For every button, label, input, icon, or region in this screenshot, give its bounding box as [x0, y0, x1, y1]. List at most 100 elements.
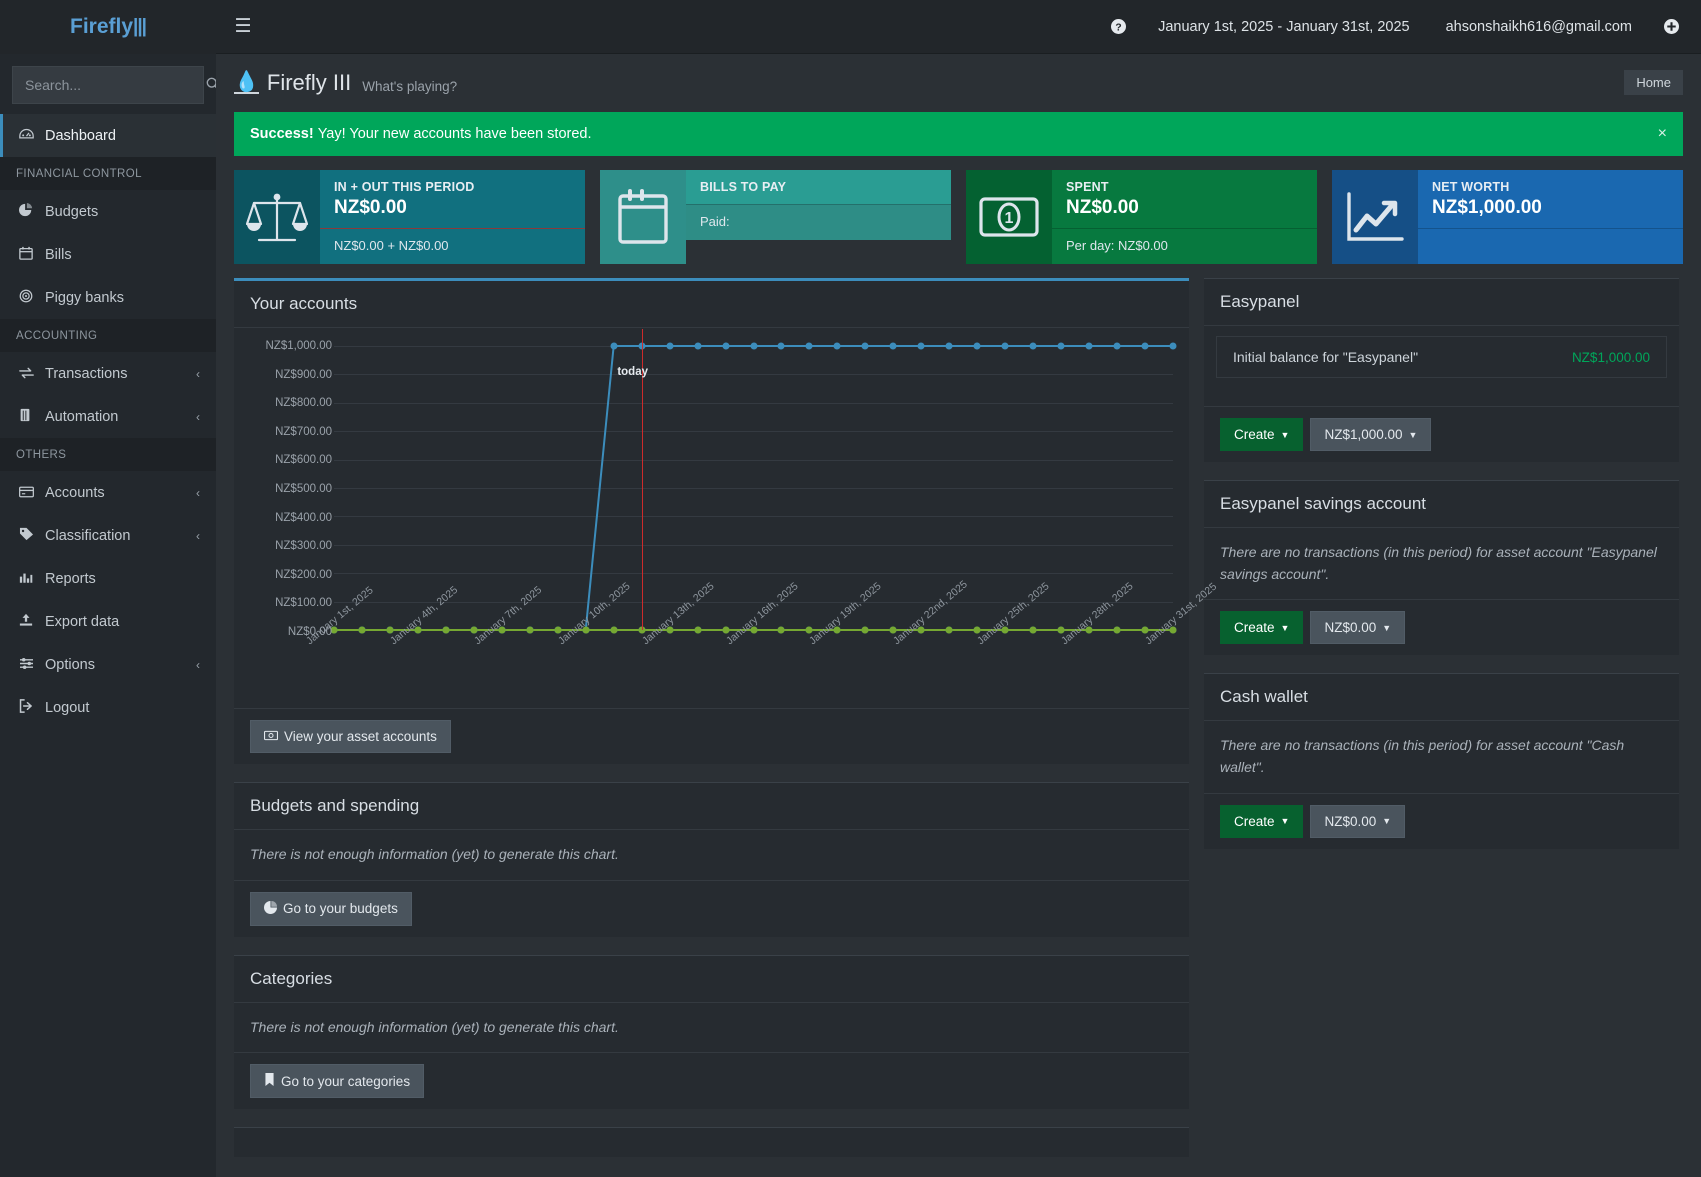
infobox-body: BILLS TO PAYPaid:	[686, 170, 951, 264]
chart-data-point	[470, 627, 477, 634]
panel-empty-message: There are no transactions (in this perio…	[1220, 542, 1663, 585]
go-to-categories-label: Go to your categories	[281, 1074, 410, 1089]
create-button[interactable]: Create▼	[1220, 805, 1303, 838]
search-box[interactable]	[12, 66, 204, 104]
hamburger-icon[interactable]: ☰	[216, 0, 270, 54]
create-button[interactable]: Create ▼	[1220, 611, 1303, 644]
plus-circle-icon[interactable]	[1650, 0, 1701, 54]
sidebar-item-options[interactable]: Options‹	[0, 643, 216, 686]
close-icon[interactable]: ×	[1658, 125, 1667, 143]
question-circle-icon[interactable]: ?	[1097, 0, 1140, 54]
credit-card-icon	[19, 485, 45, 501]
panel-title: Easypanel savings account	[1220, 494, 1663, 514]
chevron-left-icon[interactable]: ‹	[196, 529, 200, 543]
panel-body: There are no transactions (in this perio…	[1204, 721, 1679, 792]
search-input[interactable]	[25, 77, 206, 93]
create-label: Create	[1234, 620, 1275, 635]
calendar-icon	[19, 246, 45, 263]
chart-data-point	[862, 343, 869, 350]
categories-box-footer: Go to your categories	[234, 1052, 1189, 1109]
sidebar-item-label: Transactions	[45, 366, 196, 382]
chevron-left-icon[interactable]: ‹	[196, 410, 200, 424]
go-to-categories-button[interactable]: Go to your categories	[250, 1064, 424, 1098]
money-bill-icon: 1	[966, 170, 1052, 264]
accounts-chart-header: Your accounts	[234, 281, 1189, 328]
sidebar-item-export-data[interactable]: Export data	[0, 600, 216, 643]
brand-logo[interactable]: Firefly|||	[0, 0, 216, 54]
create-button[interactable]: Create▼	[1220, 418, 1303, 451]
chart-data-point	[862, 627, 869, 634]
page-header: 💧 Firefly III What's playing? Home	[216, 54, 1701, 106]
chart-y-tick-label: NZ$500.00	[248, 483, 332, 495]
sidebar-item-bills[interactable]: Bills	[0, 233, 216, 276]
today-marker-label: today	[617, 366, 648, 378]
panel-footer: Create▼NZ$0.00▼	[1204, 793, 1679, 849]
chevron-down-icon: ▼	[1281, 623, 1290, 633]
infobox-spent: 1SPENTNZ$0.00Per day: NZ$0.00	[966, 170, 1317, 264]
chart-data-point	[442, 627, 449, 634]
main-content: 💧 Firefly III What's playing? Home Succe…	[216, 54, 1701, 1177]
chevron-down-icon: ▼	[1382, 623, 1391, 633]
sidebar-item-logout[interactable]: Logout	[0, 686, 216, 729]
chart-y-tick-label: NZ$700.00	[248, 426, 332, 438]
sidebar-item-classification[interactable]: Classification‹	[0, 514, 216, 557]
chart-data-point	[666, 343, 673, 350]
breadcrumb: Home	[1624, 74, 1683, 92]
sidebar-item-automation[interactable]: Automation‹	[0, 395, 216, 438]
user-menu[interactable]: ahsonshaikh616@gmail.com	[1428, 0, 1650, 54]
chart-data-point	[918, 343, 925, 350]
chart-data-point	[974, 343, 981, 350]
chevron-down-icon: ▼	[1281, 816, 1290, 826]
infobox-value: NZ$0.00	[1066, 197, 1303, 219]
sidebar-item-label: Automation	[45, 409, 196, 425]
chart-data-point	[1086, 343, 1093, 350]
pie-chart-icon	[264, 901, 277, 917]
balance-button[interactable]: NZ$0.00▼	[1310, 805, 1405, 838]
categories-box-title: Categories	[250, 969, 1173, 989]
chart-data-point	[1170, 343, 1177, 350]
sidebar: DashboardFINANCIAL CONTROLBudgetsBillsPi…	[0, 54, 216, 1177]
infobox-body: SPENTNZ$0.00Per day: NZ$0.00	[1052, 170, 1317, 264]
chart-y-tick-label: NZ$1,000.00	[248, 340, 332, 352]
brand-bars-icon: |||	[133, 16, 146, 38]
search-icon[interactable]	[206, 77, 216, 94]
next-box-partial	[234, 1127, 1189, 1157]
chart-data-point	[386, 627, 393, 634]
sidebar-item-reports[interactable]: Reports	[0, 557, 216, 600]
view-asset-accounts-button[interactable]: View your asset accounts	[250, 720, 451, 753]
line-chart-icon	[1332, 170, 1418, 264]
sidebar-item-label: Export data	[45, 614, 200, 630]
sidebar-item-label: Options	[45, 657, 196, 673]
chart-plot-area: January 1st, 2025January 4th, 2025Januar…	[334, 346, 1173, 630]
infobox-footer: NZ$0.00 + NZ$0.00	[320, 228, 585, 264]
go-to-budgets-label: Go to your budgets	[283, 901, 398, 916]
date-range-selector[interactable]: January 1st, 2025 - January 31st, 2025	[1140, 0, 1428, 54]
sidebar-item-label: Logout	[45, 700, 200, 716]
dashboard-icon	[19, 128, 45, 144]
chevron-left-icon[interactable]: ‹	[196, 486, 200, 500]
sidebar-item-label: Budgets	[45, 204, 200, 220]
chevron-left-icon[interactable]: ‹	[196, 367, 200, 381]
chevron-left-icon[interactable]: ‹	[196, 658, 200, 672]
sidebar-item-piggy-banks[interactable]: Piggy banks	[0, 276, 216, 319]
transaction-row[interactable]: Initial balance for "Easypanel"NZ$1,000.…	[1216, 336, 1667, 378]
sidebar-item-transactions[interactable]: Transactions‹	[0, 352, 216, 395]
chart-data-point	[778, 343, 785, 350]
breadcrumb-home[interactable]: Home	[1624, 70, 1683, 95]
balance-button[interactable]: NZ$1,000.00▼	[1310, 418, 1431, 451]
balance-button[interactable]: NZ$0.00▼	[1310, 611, 1405, 644]
chart-data-point	[694, 627, 701, 634]
money-bill-icon	[264, 729, 278, 744]
go-to-budgets-button[interactable]: Go to your budgets	[250, 892, 412, 926]
sidebar-item-dashboard[interactable]: Dashboard	[0, 114, 216, 157]
sidebar-item-budgets[interactable]: Budgets	[0, 190, 216, 233]
infobox-footer: Paid:	[686, 204, 951, 240]
chart-data-point	[1058, 343, 1065, 350]
balance-scale-icon	[234, 170, 320, 264]
infobox-footer: Per day: NZ$0.00	[1052, 228, 1317, 264]
sidebar-item-accounts[interactable]: Accounts‹	[0, 471, 216, 514]
logout-icon	[19, 699, 45, 716]
panel-header: Cash wallet	[1204, 674, 1679, 721]
infobox-top: SPENTNZ$0.00	[1052, 170, 1317, 228]
chart-y-tick-label: NZ$300.00	[248, 540, 332, 552]
